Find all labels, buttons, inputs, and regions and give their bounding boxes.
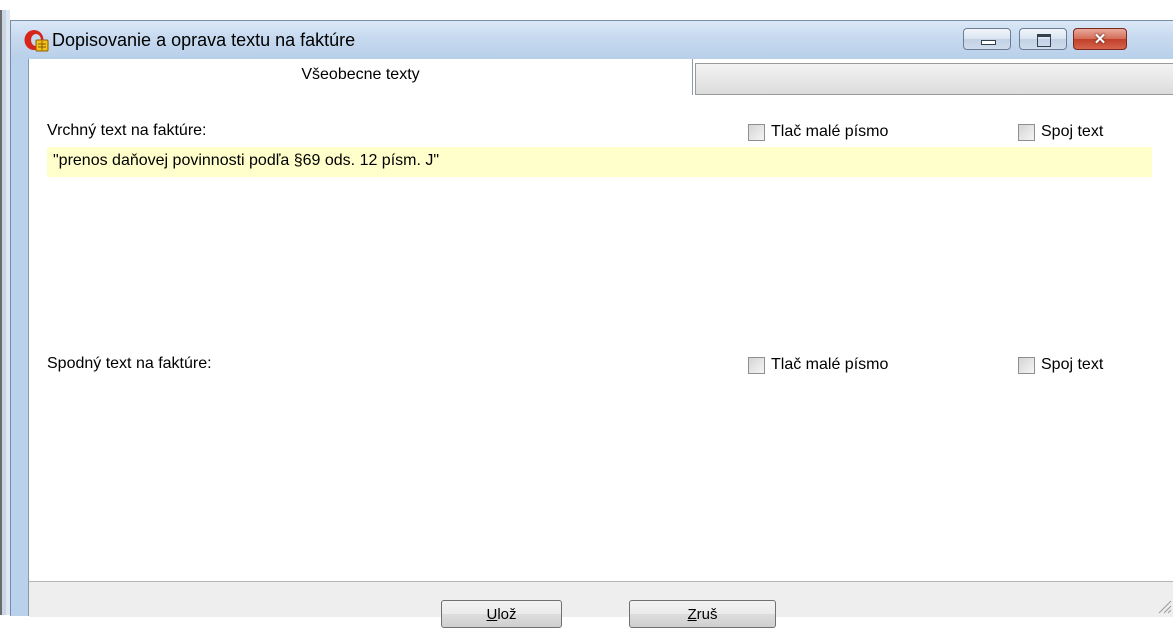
dialog-content: Všeobecne texty Vrchný text na faktúre: … <box>28 59 1173 628</box>
tab-bar: Všeobecne texty <box>29 59 1173 95</box>
top-text-label: Vrchný text na faktúre: <box>47 122 207 139</box>
title-bar[interactable]: Dopisovanie a oprava textu na faktúre ✕ <box>11 21 1173 59</box>
checkbox-label: Tlač malé písmo <box>771 123 889 140</box>
cancel-mnemonic: Z <box>687 605 697 623</box>
checkbox-box[interactable] <box>1018 356 1035 374</box>
cancel-label: ruš <box>696 605 718 623</box>
bottom-text-label: Spodný text na faktúre: <box>47 355 212 372</box>
maximize-button[interactable] <box>1019 28 1067 50</box>
app-icon <box>24 30 49 52</box>
maximize-icon <box>1037 34 1051 47</box>
tab-label: Všeobecne texty <box>301 66 420 83</box>
top-small-print-checkbox[interactable]: Tlač malé písmo <box>748 122 888 142</box>
checkbox-box[interactable] <box>748 356 765 374</box>
background-window-edge <box>0 10 10 615</box>
resize-grip-icon[interactable] <box>1156 598 1172 614</box>
checkbox-box[interactable] <box>1018 123 1035 141</box>
window-title: Dopisovanie a oprava textu na faktúre <box>52 30 356 50</box>
bottom-small-print-checkbox[interactable]: Tlač malé písmo <box>748 355 888 375</box>
cancel-button[interactable]: Zruš <box>629 600 776 628</box>
checkbox-box[interactable] <box>748 123 765 141</box>
bottom-text-field[interactable] <box>47 381 1152 571</box>
close-button[interactable]: ✕ <box>1073 28 1127 50</box>
dialog-window: Dopisovanie a oprava textu na faktúre ✕ … <box>10 20 1173 628</box>
minimize-button[interactable] <box>963 28 1011 50</box>
save-button[interactable]: Ulož <box>441 600 562 628</box>
save-mnemonic: U <box>486 605 498 623</box>
checkbox-label: Spoj text <box>1041 356 1104 373</box>
bottom-join-text-checkbox[interactable]: Spoj text <box>1018 355 1103 375</box>
top-text-value: "prenos daňovej povinnosti podľa §69 ods… <box>53 152 440 169</box>
save-label: lož <box>497 605 517 623</box>
minimize-icon <box>981 40 996 45</box>
close-icon: ✕ <box>1093 31 1107 48</box>
tab-empty[interactable] <box>695 63 1173 95</box>
checkbox-label: Spoj text <box>1041 123 1104 140</box>
checkbox-label: Tlač malé písmo <box>771 356 889 373</box>
button-bar: Ulož Zruš <box>29 581 1173 628</box>
top-join-text-checkbox[interactable]: Spoj text <box>1018 122 1103 142</box>
top-text-field[interactable]: "prenos daňovej povinnosti podľa §69 ods… <box>47 147 1152 177</box>
tab-general-texts[interactable]: Všeobecne texty <box>29 59 693 95</box>
